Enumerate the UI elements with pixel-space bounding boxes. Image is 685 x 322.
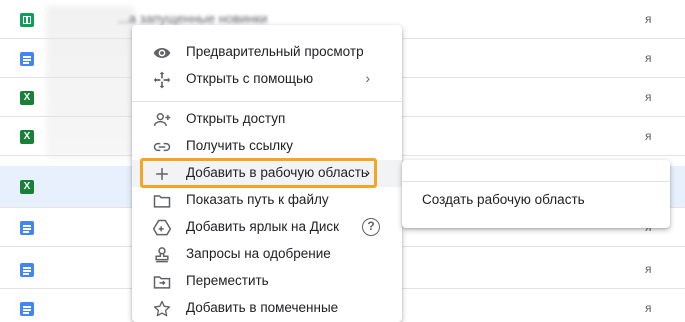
- menu-item-label: Открыть доступ: [186, 111, 286, 126]
- menu-item-label: Добавить ярлык на Диск: [186, 219, 340, 234]
- folder-icon: [152, 191, 172, 211]
- workspace-submenu: Создать рабочую область: [402, 160, 670, 228]
- file-owner: я: [645, 51, 652, 65]
- eye-icon: [152, 43, 172, 63]
- link-icon: [152, 137, 172, 157]
- menu-item-add-to-starred[interactable]: Добавить в помеченные: [132, 295, 402, 322]
- menu-item-get-link[interactable]: Получить ссылку: [132, 133, 402, 160]
- menu-item-label: Запросы на одобрение: [186, 246, 331, 261]
- help-icon[interactable]: ?: [362, 218, 380, 236]
- file-owner: я: [645, 90, 652, 104]
- file-owner: я: [645, 301, 652, 315]
- menu-item-label: Переместить: [186, 273, 269, 288]
- menu-item-add-shortcut[interactable]: Добавить ярлык на Диск ?: [132, 214, 402, 241]
- chevron-right-icon: ›: [365, 164, 370, 180]
- file-name: ...а запущенные новинки: [118, 11, 268, 26]
- file-owner: я: [645, 129, 652, 143]
- menu-item-move[interactable]: Переместить: [132, 268, 402, 295]
- move-to-folder-icon: [152, 272, 172, 292]
- file-owner: я: [645, 12, 652, 26]
- chevron-right-icon: ›: [365, 70, 370, 86]
- menu-item-add-to-workspace[interactable]: Добавить в рабочую область ›: [132, 160, 402, 187]
- drive-shortcut-icon: [152, 218, 172, 238]
- file-owner: я: [645, 262, 652, 276]
- excel-icon: X: [20, 91, 34, 105]
- google-docs-icon: [20, 221, 34, 235]
- menu-item-approval-requests[interactable]: Запросы на одобрение: [132, 241, 402, 268]
- file-context-menu: Предварительный просмотр Открыть с помощ…: [132, 25, 402, 322]
- menu-item-label: Получить ссылку: [186, 138, 293, 153]
- approval-stamp-icon: [152, 245, 172, 265]
- menu-item-label: Добавить в рабочую область: [186, 165, 368, 180]
- google-docs-icon: [20, 263, 34, 277]
- menu-item-label: Показать путь к файлу: [186, 192, 329, 207]
- star-icon: [152, 299, 172, 319]
- menu-item-share[interactable]: Открыть доступ: [132, 106, 402, 133]
- menu-item-open-with[interactable]: Открыть с помощью ›: [132, 66, 402, 93]
- menu-item-show-file-location[interactable]: Показать путь к файлу: [132, 187, 402, 214]
- menu-divider: [132, 101, 402, 102]
- plus-icon: [152, 164, 172, 184]
- excel-icon: X: [20, 130, 34, 144]
- google-docs-icon: [20, 302, 34, 316]
- excel-icon: X: [20, 180, 34, 194]
- menu-item-create-workspace[interactable]: Создать рабочую область: [422, 192, 585, 207]
- google-docs-icon: [20, 52, 34, 66]
- menu-divider: [402, 181, 670, 182]
- menu-item-label: Предварительный просмотр: [186, 44, 364, 59]
- menu-item-label: Добавить в помеченные: [186, 300, 339, 315]
- menu-item-preview[interactable]: Предварительный просмотр: [132, 39, 402, 66]
- google-sheets-icon: [20, 13, 34, 27]
- menu-item-label: Открыть с помощью: [186, 71, 314, 86]
- move-arrows-icon: [152, 70, 172, 90]
- add-person-icon: [152, 110, 172, 130]
